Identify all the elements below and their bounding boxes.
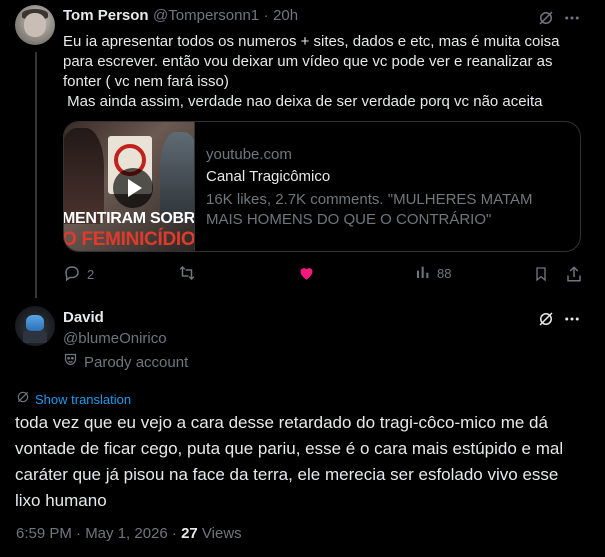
thread-connector-line: [35, 52, 37, 298]
views-label: Views: [197, 525, 242, 542]
text-line: Mas ainda assim, verdade nao deixa de se…: [63, 93, 543, 110]
more-icon[interactable]: [561, 7, 583, 29]
parody-label: Parody account: [84, 353, 189, 371]
post-meta: 6:59 PM · May 1, 2026 · 27 Views: [16, 525, 242, 542]
avatar[interactable]: [15, 306, 55, 346]
bookmark-icon[interactable]: [531, 264, 551, 284]
card-domain: youtube.com: [206, 146, 292, 163]
reply-header: Tom Person @Tompersonn1 · 20h: [63, 7, 298, 25]
views-button[interactable]: 88: [415, 264, 451, 283]
reply-text: Eu ia apresentar todos os numeros + site…: [63, 32, 593, 112]
retweet-icon: [177, 264, 197, 285]
avatar-head: [26, 315, 44, 331]
card-title: Canal Tragicômico: [206, 168, 331, 185]
parody-mask-icon: [63, 352, 78, 372]
play-icon[interactable]: [113, 168, 153, 208]
card-desc-line: 16K likes, 2.7K comments. "MULHERES MATA…: [206, 191, 533, 208]
views-count: 27: [181, 525, 198, 542]
author-handle[interactable]: @Tompersonn1: [153, 7, 259, 24]
text-line: lixo humano: [15, 491, 107, 510]
heart-filled-icon: [297, 264, 316, 285]
text-line: caráter que já pisou na face da terra, e…: [15, 465, 559, 484]
text-line: toda vez que eu vejo a cara desse retard…: [15, 413, 548, 432]
author-name[interactable]: Tom Person: [63, 7, 149, 24]
reply-count: 2: [87, 267, 95, 282]
grok-icon[interactable]: [535, 7, 557, 29]
author-handle[interactable]: @blumeOnirico: [63, 330, 167, 347]
thumbnail-caption: MENTIRAM SOBRE: [64, 210, 195, 227]
video-thumbnail[interactable]: MENTIRAM SOBRE O FEMINICÍDIO: [64, 122, 195, 251]
parody-badge: Parody account: [63, 352, 188, 372]
separator-dot: ·: [263, 7, 269, 24]
avatar-body: [23, 329, 47, 343]
retweet-button[interactable]: [177, 264, 203, 285]
avatar[interactable]: [15, 5, 55, 45]
text-line: fonter ( vc nem fará isso): [63, 73, 229, 90]
views-count: 88: [437, 266, 452, 281]
text-line: vontade de ficar cego, puta que pariu, e…: [15, 439, 564, 458]
link-card[interactable]: MENTIRAM SOBRE O FEMINICÍDIO youtube.com…: [63, 121, 581, 252]
views-icon: [415, 264, 431, 283]
reply-button[interactable]: 2: [63, 264, 94, 285]
share-icon[interactable]: [564, 264, 584, 284]
show-translation-link[interactable]: Show translation: [16, 390, 131, 409]
text-line: Eu ia apresentar todos os numeros + site…: [63, 33, 560, 50]
like-button[interactable]: [297, 264, 322, 285]
avatar-face: [24, 13, 46, 37]
card-desc-line: MAIS HOMENS DO QUE O CONTRÁRIO": [206, 211, 492, 228]
thumbnail-person-right: [160, 132, 194, 222]
main-tweet-text: toda vez que eu vejo a cara desse retard…: [15, 410, 595, 514]
more-icon[interactable]: [561, 308, 583, 330]
reply-icon: [63, 264, 81, 285]
post-time[interactable]: 20h: [273, 7, 298, 24]
translate-icon: [16, 390, 30, 409]
show-translation-label[interactable]: Show translation: [35, 392, 131, 407]
card-description: 16K likes, 2.7K comments. "MULHERES MATA…: [206, 190, 566, 230]
post-timestamp[interactable]: 6:59 PM · May 1, 2026 ·: [16, 525, 181, 542]
author-name[interactable]: David: [63, 309, 104, 326]
grok-icon[interactable]: [535, 308, 557, 330]
text-line: para escrever. então vou deixar um vídeo…: [63, 53, 553, 70]
thumbnail-caption-red: O FEMINICÍDIO: [64, 229, 195, 250]
